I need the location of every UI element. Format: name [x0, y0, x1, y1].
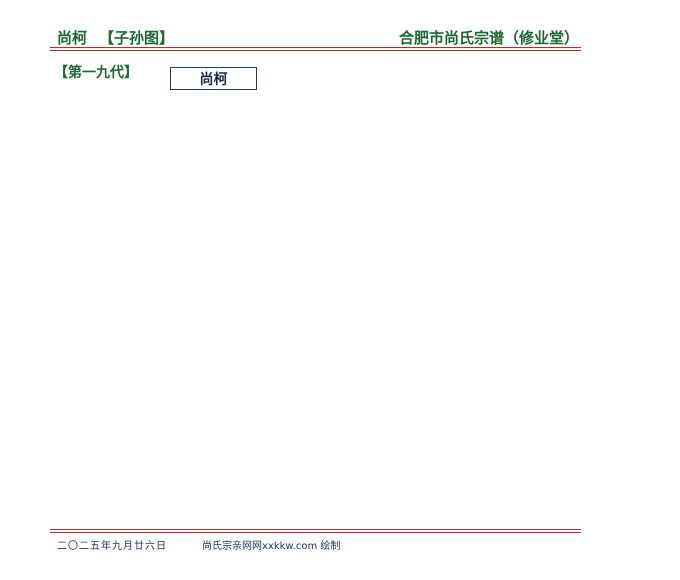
footer-date: 二〇二五年九月廿六日	[57, 541, 167, 552]
footer-rule-top	[50, 529, 581, 530]
genealogy-title: 合肥市尚氏宗谱（修业堂）	[398, 29, 579, 47]
header-rule-bottom	[50, 50, 581, 51]
person-box[interactable]: 尚柯	[170, 67, 257, 90]
footer-rule-bottom	[50, 532, 581, 533]
footer-credit: 尚氏宗亲网网xxkkw.com 绘制	[202, 541, 341, 552]
person-box-name: 尚柯	[199, 71, 228, 88]
person-name-title: 尚柯	[57, 29, 88, 47]
generation-label: 【第一九代】	[54, 65, 138, 81]
header-rule-top	[50, 47, 581, 48]
page-header-left: 尚柯 【子孙图】	[57, 29, 174, 47]
chart-type-label: 【子孙图】	[99, 29, 175, 47]
